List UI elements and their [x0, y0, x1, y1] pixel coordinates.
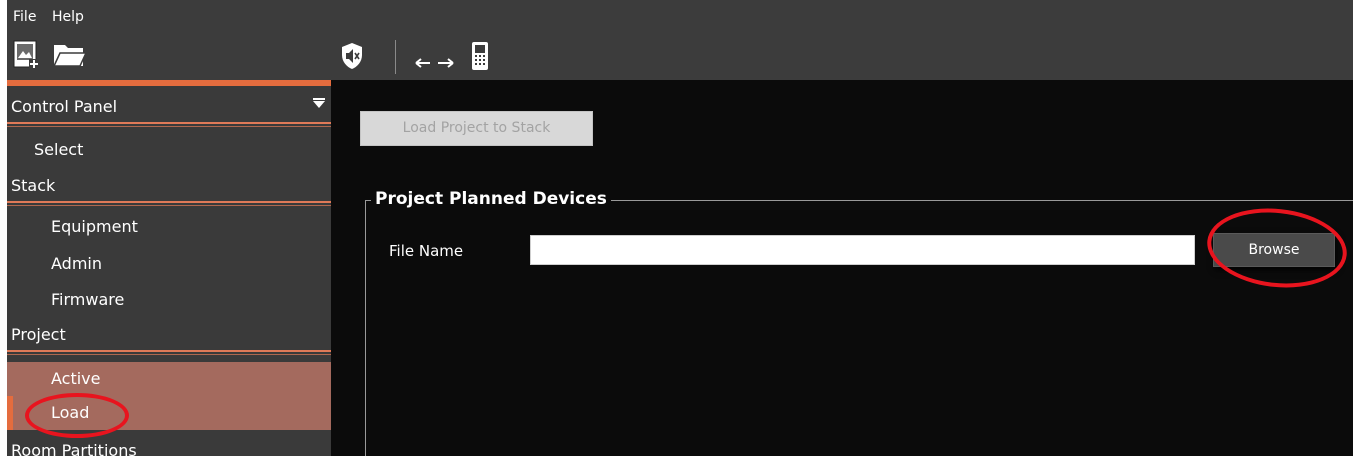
group-title: Project Planned Devices: [371, 189, 611, 209]
shield-mute-icon[interactable]: [340, 42, 364, 74]
selection-marker: [7, 396, 13, 430]
sidebar: Control Panel Select Stack Equipment Adm…: [7, 80, 331, 456]
sidebar-label: Equipment: [51, 217, 138, 236]
new-project-icon[interactable]: [12, 39, 42, 75]
file-name-label: File Name: [389, 242, 464, 260]
sidebar-item-admin[interactable]: Admin: [7, 247, 331, 281]
sidebar-label: Admin: [51, 254, 102, 273]
sidebar-item-select[interactable]: Select: [7, 133, 331, 167]
main-content: Load Project to Stack Project Planned De…: [331, 80, 1353, 456]
sidebar-header-stack[interactable]: Stack: [7, 169, 331, 206]
sidebar-label: Select: [34, 140, 84, 159]
sidebar-header-room-partitions[interactable]: Room Partitions: [7, 435, 331, 456]
browse-button[interactable]: Browse: [1213, 233, 1335, 267]
group-border-left: [365, 200, 366, 456]
sidebar-item-load[interactable]: Load: [7, 396, 331, 430]
menu-file[interactable]: File: [13, 9, 36, 25]
load-project-to-stack-button[interactable]: Load Project to Stack: [360, 111, 593, 146]
menu-bar: File Help: [0, 0, 1353, 32]
toolbar-separator: [395, 40, 396, 74]
swap-arrows-icon[interactable]: [414, 54, 456, 73]
sidebar-item-firmware[interactable]: Firmware: [7, 283, 331, 317]
sidebar-item-active[interactable]: Active: [7, 362, 331, 396]
sidebar-header-project[interactable]: Project: [7, 318, 331, 355]
window-edge: [0, 0, 7, 456]
sidebar-label: Room Partitions: [11, 441, 137, 456]
sidebar-label: Control Panel: [11, 97, 118, 116]
sidebar-label: Firmware: [51, 290, 125, 309]
menu-help[interactable]: Help: [52, 9, 84, 25]
open-folder-icon[interactable]: [52, 42, 88, 72]
file-name-input[interactable]: [530, 235, 1195, 265]
sidebar-accent-bar: [7, 80, 331, 86]
application-window: File Help Control Panel Select Stack Equ…: [0, 0, 1353, 456]
sidebar-label: Active: [51, 369, 101, 388]
sidebar-label: Stack: [11, 176, 56, 195]
device-icon[interactable]: [471, 41, 489, 75]
sidebar-header-control-panel[interactable]: Control Panel: [7, 90, 331, 127]
collapse-icon[interactable]: [313, 98, 325, 108]
sidebar-item-equipment[interactable]: Equipment: [7, 210, 331, 244]
toolbar: [0, 32, 1353, 80]
sidebar-label: Load: [51, 403, 90, 422]
sidebar-label: Project: [11, 325, 66, 344]
